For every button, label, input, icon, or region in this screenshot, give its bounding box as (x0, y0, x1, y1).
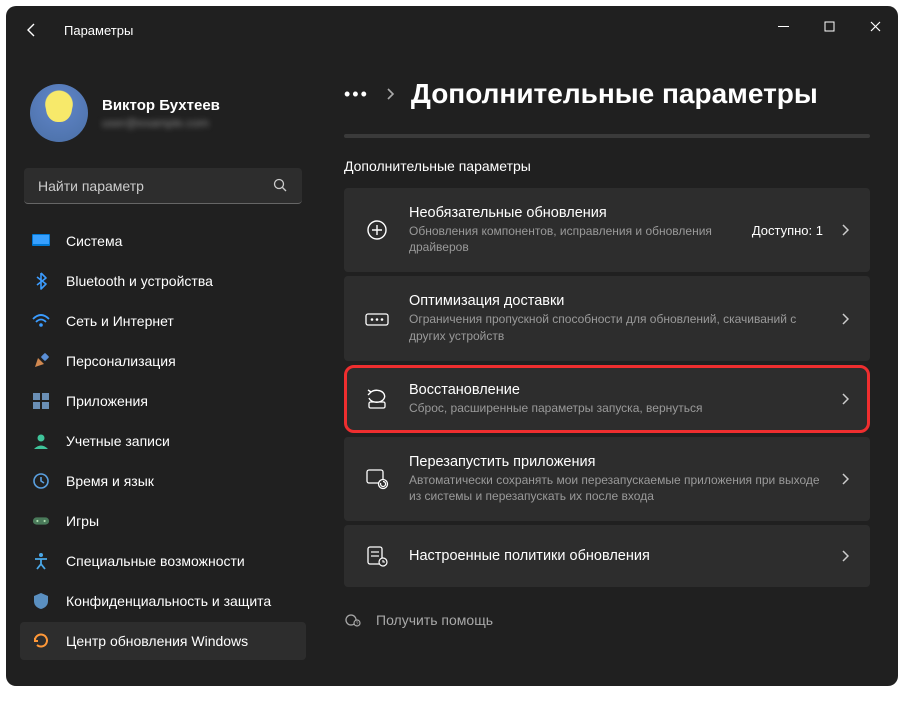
privacy-icon (32, 592, 50, 610)
policy-icon (365, 544, 389, 568)
settings-window: Параметры Виктор Бухтеев user@example.co… (6, 6, 898, 686)
sidebar-item-label: Сеть и Интернет (66, 313, 174, 329)
update-icon (32, 632, 50, 650)
card-title: Восстановление (409, 382, 821, 398)
personalization-icon (32, 352, 50, 370)
sidebar-item-accessibility[interactable]: Специальные возможности (20, 542, 306, 580)
sidebar-item-label: Bluetooth и устройства (66, 273, 213, 289)
breadcrumb-more[interactable]: ••• (344, 84, 369, 105)
settings-card-restart[interactable]: Перезапустить приложения Автоматически со… (344, 437, 870, 521)
sidebar: Виктор Бухтеев user@example.com Система B… (6, 54, 316, 686)
sidebar-item-label: Конфиденциальность и защита (66, 593, 271, 609)
card-description: Сброс, расширенные параметры запуска, ве… (409, 400, 821, 416)
sidebar-item-label: Приложения (66, 393, 148, 409)
window-title: Параметры (64, 23, 133, 38)
search-field[interactable] (38, 178, 238, 194)
titlebar: Параметры (6, 6, 898, 54)
chevron-right-icon (841, 393, 849, 405)
sidebar-item-personalization[interactable]: Персонализация (20, 342, 306, 380)
chevron-right-icon (841, 473, 849, 485)
help-link[interactable]: ? Получить помощь (344, 611, 870, 629)
help-label: Получить помощь (376, 612, 493, 628)
card-description: Автоматически сохранять мои перезапускае… (409, 472, 821, 504)
sidebar-item-accounts[interactable]: Учетные записи (20, 422, 306, 460)
sidebar-item-label: Специальные возможности (66, 553, 245, 569)
search-input[interactable] (24, 168, 302, 204)
network-icon (32, 312, 50, 330)
cards-list: Необязательные обновления Обновления комп… (344, 188, 870, 587)
breadcrumb: ••• Дополнительные параметры (344, 78, 870, 110)
gaming-icon (32, 512, 50, 530)
restart-icon (365, 467, 389, 491)
recovery-icon (365, 387, 389, 411)
bluetooth-icon (32, 272, 50, 290)
card-description: Обновления компонентов, исправления и об… (409, 223, 732, 255)
scroll-indicator (344, 134, 870, 138)
minimize-button[interactable] (760, 6, 806, 46)
sidebar-item-update[interactable]: Центр обновления Windows (20, 622, 306, 660)
maximize-button[interactable] (806, 6, 852, 46)
sidebar-item-time[interactable]: Время и язык (20, 462, 306, 500)
settings-card-recovery[interactable]: Восстановление Сброс, расширенные парамет… (344, 365, 870, 433)
settings-card-policy[interactable]: Настроенные политики обновления (344, 525, 870, 587)
close-button[interactable] (852, 6, 898, 46)
chevron-right-icon (841, 550, 849, 562)
apps-icon (32, 392, 50, 410)
svg-text:?: ? (356, 622, 359, 628)
sidebar-item-privacy[interactable]: Конфиденциальность и защита (20, 582, 306, 620)
nav-list: Система Bluetooth и устройства Сеть и Инте… (20, 222, 306, 660)
plus-icon (365, 218, 389, 242)
time-icon (32, 472, 50, 490)
sidebar-item-network[interactable]: Сеть и Интернет (20, 302, 306, 340)
accounts-icon (32, 432, 50, 450)
section-label: Дополнительные параметры (344, 158, 870, 174)
avatar (30, 84, 88, 142)
search-icon (273, 178, 288, 193)
profile-block[interactable]: Виктор Бухтеев user@example.com (20, 54, 306, 160)
help-icon: ? (344, 611, 362, 629)
chevron-right-icon (841, 224, 849, 236)
sidebar-item-label: Учетные записи (66, 433, 170, 449)
card-title: Настроенные политики обновления (409, 548, 821, 564)
page-title: Дополнительные параметры (411, 78, 818, 110)
chevron-right-icon (385, 87, 395, 101)
delivery-icon (365, 307, 389, 331)
profile-name: Виктор Бухтеев (102, 97, 220, 114)
sidebar-item-label: Система (66, 233, 122, 249)
card-title: Оптимизация доставки (409, 293, 821, 309)
settings-card-plus[interactable]: Необязательные обновления Обновления комп… (344, 188, 870, 272)
card-title: Необязательные обновления (409, 205, 732, 221)
card-status: Доступно: 1 (752, 223, 823, 238)
sidebar-item-apps[interactable]: Приложения (20, 382, 306, 420)
sidebar-item-label: Время и язык (66, 473, 154, 489)
window-controls (760, 6, 898, 46)
sidebar-item-label: Персонализация (66, 353, 176, 369)
sidebar-item-bluetooth[interactable]: Bluetooth и устройства (20, 262, 306, 300)
sidebar-item-system[interactable]: Система (20, 222, 306, 260)
accessibility-icon (32, 552, 50, 570)
back-button[interactable] (24, 22, 64, 38)
chevron-right-icon (841, 313, 849, 325)
profile-email: user@example.com (102, 116, 220, 130)
sidebar-item-gaming[interactable]: Игры (20, 502, 306, 540)
sidebar-item-label: Игры (66, 513, 99, 529)
main-content: ••• Дополнительные параметры Дополнитель… (316, 54, 898, 686)
system-icon (32, 232, 50, 250)
card-title: Перезапустить приложения (409, 454, 821, 470)
settings-card-delivery[interactable]: Оптимизация доставки Ограничения пропускн… (344, 276, 870, 360)
sidebar-item-label: Центр обновления Windows (66, 633, 248, 649)
card-description: Ограничения пропускной способности для о… (409, 311, 821, 343)
